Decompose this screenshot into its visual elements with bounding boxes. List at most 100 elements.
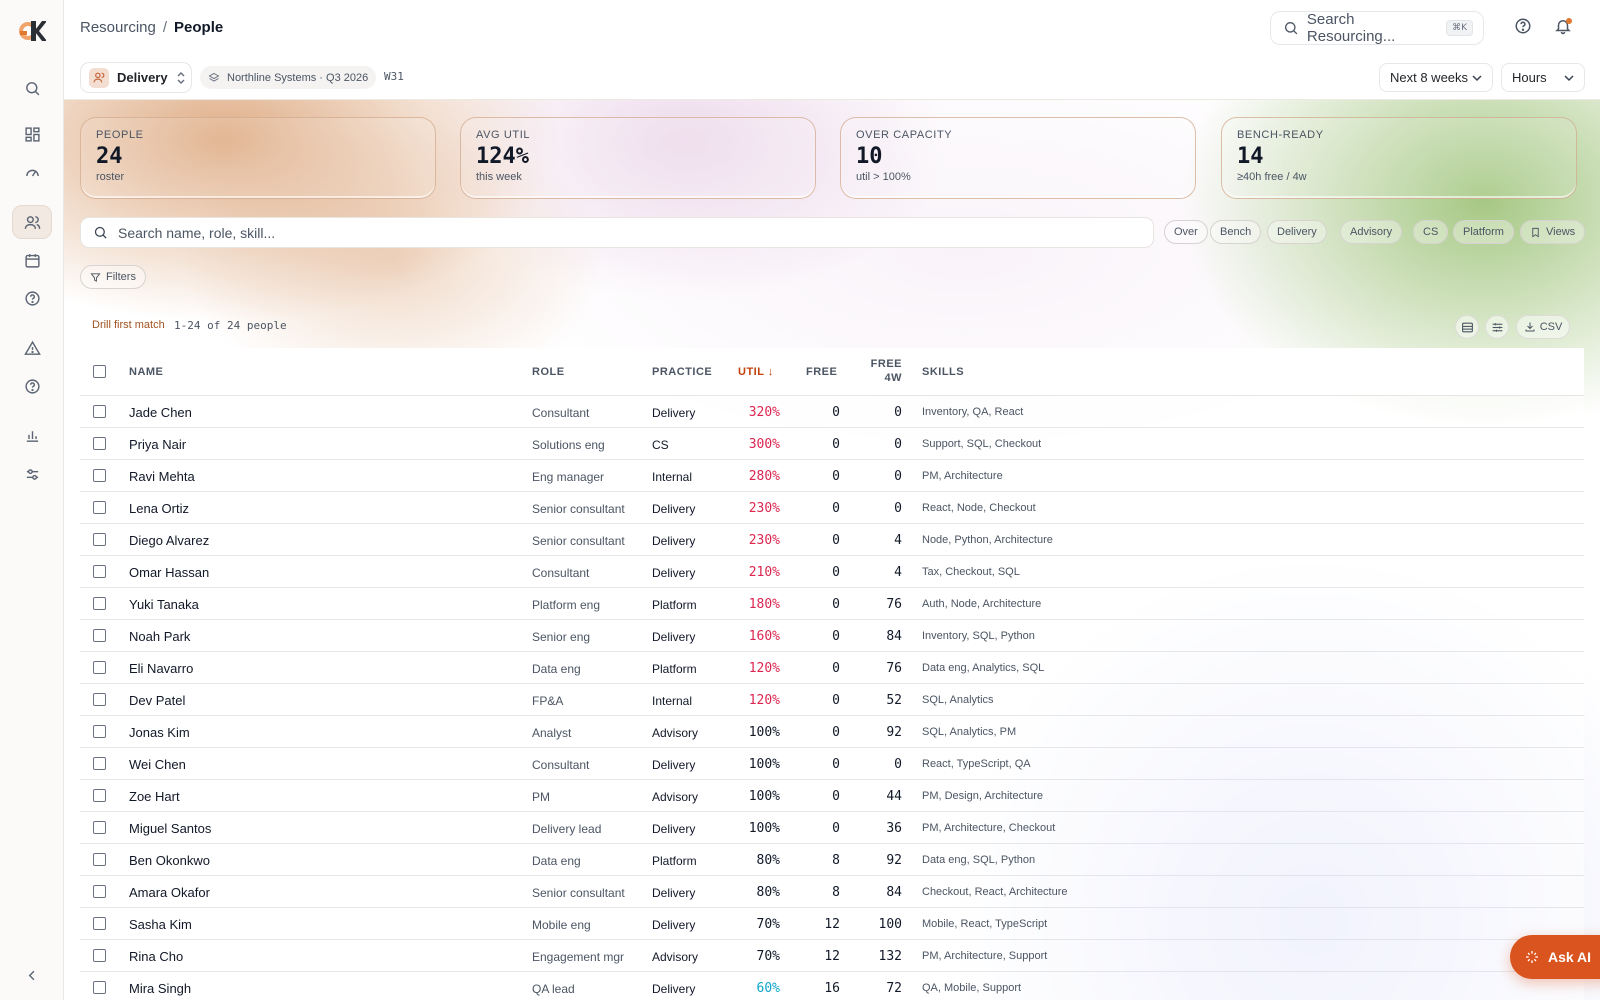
row-checkbox[interactable] bbox=[93, 693, 106, 706]
table-row[interactable]: Miguel Santos Delivery lead Delivery 100% 0 3… bbox=[80, 812, 1584, 844]
row-checkbox[interactable] bbox=[93, 437, 106, 450]
sidebar-item-support[interactable] bbox=[12, 369, 52, 403]
column-header-free-4w[interactable]: FREE 4W bbox=[870, 358, 902, 384]
ask-ai-button[interactable]: Ask AI ⌘J bbox=[1510, 935, 1600, 979]
sidebar-item-dashboard[interactable] bbox=[12, 117, 52, 151]
row-checkbox[interactable] bbox=[93, 725, 106, 738]
filter-chip-advisory[interactable]: Advisory bbox=[1340, 220, 1403, 244]
table-row[interactable]: Jonas Kim Analyst Advisory 100% 0 92 SQL, Anal… bbox=[80, 716, 1584, 748]
units-select[interactable]: Hours bbox=[1501, 63, 1585, 92]
table-row[interactable]: Lena Ortiz Senior consultant Delivery 230% 0… bbox=[80, 492, 1584, 524]
row-checkbox[interactable] bbox=[93, 757, 106, 770]
kpi-card-over-capacity[interactable]: OVER CAPACITY 10 util > 100% bbox=[840, 117, 1196, 199]
table-row[interactable]: Amara Okafor Senior consultant Delivery 80%… bbox=[80, 876, 1584, 908]
person-name[interactable]: Priya Nair bbox=[129, 437, 186, 452]
people-search-field[interactable] bbox=[80, 217, 1154, 248]
table-row[interactable]: Wei Chen Consultant Delivery 100% 0 0 React, T… bbox=[80, 748, 1584, 780]
breadcrumb-resourcing[interactable]: Resourcing bbox=[80, 19, 156, 36]
row-checkbox[interactable] bbox=[93, 501, 106, 514]
table-row[interactable]: Ravi Mehta Eng manager Internal 280% 0 0 PM, A… bbox=[80, 460, 1584, 492]
table-row[interactable]: Rina Cho Engagement mgr Advisory 70% 12 132 PM… bbox=[80, 940, 1584, 972]
filter-chip-bench[interactable]: Bench bbox=[1210, 220, 1262, 244]
person-name[interactable]: Noah Park bbox=[129, 629, 190, 644]
team-select[interactable]: Delivery bbox=[80, 62, 192, 93]
person-name[interactable]: Jade Chen bbox=[129, 405, 192, 420]
sidebar-item-reports[interactable] bbox=[12, 418, 52, 452]
help-button[interactable] bbox=[1514, 17, 1534, 37]
row-checkbox[interactable] bbox=[93, 661, 106, 674]
drill-first-match-link[interactable]: Drill first match bbox=[92, 319, 165, 331]
kpi-card-avg-util[interactable]: AVG UTIL 124% this week bbox=[460, 117, 816, 199]
table-row[interactable]: Sasha Kim Mobile eng Delivery 70% 12 100 Mobil… bbox=[80, 908, 1584, 940]
row-checkbox[interactable] bbox=[93, 469, 106, 482]
row-checkbox[interactable] bbox=[93, 981, 106, 994]
filter-chip-over[interactable]: Over bbox=[1164, 220, 1208, 244]
csv-export-button[interactable]: CSV bbox=[1516, 315, 1570, 339]
person-name[interactable]: Ravi Mehta bbox=[129, 469, 195, 484]
table-row[interactable]: Omar Hassan Consultant Delivery 210% 0 4 Tax, … bbox=[80, 556, 1584, 588]
person-name[interactable]: Lena Ortiz bbox=[129, 501, 189, 516]
kpi-card-bench-ready[interactable]: BENCH-READY 14 ≥40h free / 4w bbox=[1221, 117, 1577, 199]
row-checkbox[interactable] bbox=[93, 917, 106, 930]
row-checkbox[interactable] bbox=[93, 629, 106, 642]
select-all-checkbox[interactable] bbox=[93, 365, 106, 378]
range-select[interactable]: Next 8 weeks bbox=[1379, 63, 1493, 92]
project-chip[interactable]: Northline Systems · Q3 2026 bbox=[200, 66, 377, 89]
person-name[interactable]: Dev Patel bbox=[129, 693, 185, 708]
column-header-role[interactable]: ROLE bbox=[532, 366, 565, 378]
column-header-name[interactable]: NAME bbox=[129, 366, 163, 378]
person-name[interactable]: Miguel Santos bbox=[129, 821, 211, 836]
global-search-button[interactable]: Search Resourcing... ⌘K bbox=[1270, 11, 1484, 45]
person-name[interactable]: Ben Okonkwo bbox=[129, 853, 210, 868]
person-name[interactable]: Mira Singh bbox=[129, 981, 191, 996]
row-checkbox[interactable] bbox=[93, 789, 106, 802]
person-name[interactable]: Rina Cho bbox=[129, 949, 183, 964]
row-checkbox[interactable] bbox=[93, 405, 106, 418]
table-row[interactable]: Eli Navarro Data eng Platform 120% 0 76 Data e… bbox=[80, 652, 1584, 684]
person-name[interactable]: Eli Navarro bbox=[129, 661, 193, 676]
row-checkbox[interactable] bbox=[93, 885, 106, 898]
sidebar-item-people[interactable] bbox=[12, 205, 52, 239]
person-name[interactable]: Jonas Kim bbox=[129, 725, 190, 740]
filter-chip-cs[interactable]: CS bbox=[1413, 220, 1449, 244]
filter-chip-delivery[interactable]: Delivery bbox=[1267, 220, 1327, 244]
row-checkbox[interactable] bbox=[93, 533, 106, 546]
column-header-practice[interactable]: PRACTICE bbox=[652, 366, 712, 378]
table-row[interactable]: Priya Nair Solutions eng CS 300% 0 0 Support, … bbox=[80, 428, 1584, 460]
person-name[interactable]: Diego Alvarez bbox=[129, 533, 209, 548]
people-search-input[interactable] bbox=[118, 224, 1018, 241]
table-row[interactable]: Dev Patel FP&A Internal 120% 0 52 SQL, Analyti… bbox=[80, 684, 1584, 716]
table-row[interactable]: Ben Okonkwo Data eng Platform 80% 8 92 Data en… bbox=[80, 844, 1584, 876]
sidebar-item-calendar[interactable] bbox=[12, 243, 52, 277]
table-row[interactable]: Noah Park Senior eng Delivery 160% 0 84 Invent… bbox=[80, 620, 1584, 652]
row-checkbox[interactable] bbox=[93, 949, 106, 962]
sidebar-item-alerts[interactable] bbox=[12, 331, 52, 365]
row-checkbox[interactable] bbox=[93, 597, 106, 610]
views-button[interactable]: Views bbox=[1520, 220, 1586, 244]
row-checkbox[interactable] bbox=[93, 821, 106, 834]
filters-button[interactable]: Filters bbox=[80, 265, 146, 289]
app-logo[interactable] bbox=[18, 18, 47, 44]
person-name[interactable]: Wei Chen bbox=[129, 757, 186, 772]
sidebar-item-settings[interactable] bbox=[12, 457, 52, 491]
kpi-card-people[interactable]: PEOPLE 24 roster bbox=[80, 117, 436, 199]
table-row[interactable]: Zoe Hart PM Advisory 100% 0 44 PM, Design, Arc… bbox=[80, 780, 1584, 812]
sidebar-item-performance[interactable] bbox=[12, 155, 52, 189]
person-name[interactable]: Omar Hassan bbox=[129, 565, 209, 580]
person-name[interactable]: Sasha Kim bbox=[129, 917, 192, 932]
column-header-util[interactable]: UTIL ↓ bbox=[738, 366, 774, 378]
column-header-free[interactable]: FREE bbox=[806, 366, 837, 378]
row-checkbox[interactable] bbox=[93, 853, 106, 866]
table-row[interactable]: Mira Singh QA lead Delivery 60% 16 72 QA, Mobi… bbox=[80, 972, 1584, 1000]
table-row[interactable]: Jade Chen Consultant Delivery 320% 0 0 Invento… bbox=[80, 396, 1584, 428]
table-row[interactable]: Diego Alvarez Senior consultant Delivery 23… bbox=[80, 524, 1584, 556]
filter-chip-platform[interactable]: Platform bbox=[1453, 220, 1514, 244]
row-checkbox[interactable] bbox=[93, 565, 106, 578]
person-name[interactable]: Zoe Hart bbox=[129, 789, 180, 804]
table-row[interactable]: Yuki Tanaka Platform eng Platform 180% 0 76 Au… bbox=[80, 588, 1584, 620]
sidebar-item-help[interactable] bbox=[12, 281, 52, 315]
columns-settings-button[interactable] bbox=[1485, 315, 1509, 339]
person-name[interactable]: Yuki Tanaka bbox=[129, 597, 199, 612]
person-name[interactable]: Amara Okafor bbox=[129, 885, 210, 900]
density-toggle-button[interactable] bbox=[1455, 315, 1479, 339]
